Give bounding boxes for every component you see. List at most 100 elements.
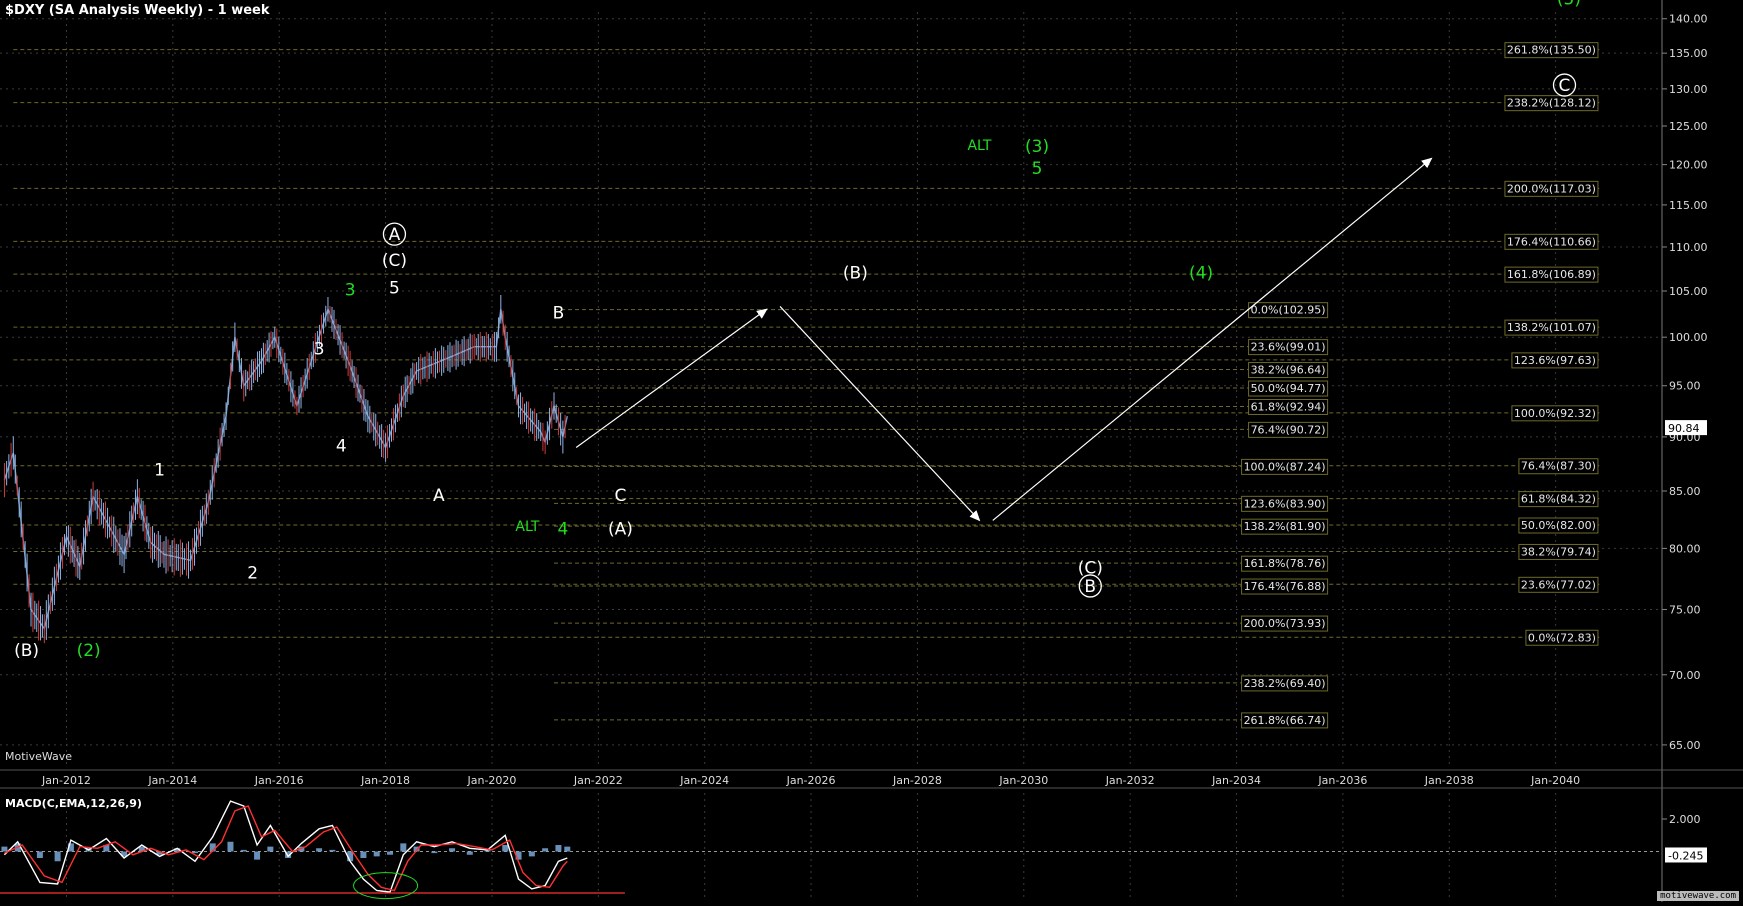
- fib-level-label: 261.8%(135.50): [1507, 44, 1596, 57]
- x-tick-label: Jan-2024: [679, 774, 729, 787]
- y-tick-label: 100.00: [1669, 331, 1708, 344]
- wave-label: A: [389, 225, 401, 245]
- wave-label: 3: [345, 281, 356, 301]
- macd-histogram-bar: [387, 851, 394, 855]
- macd-histogram-bar: [528, 851, 535, 857]
- macd-histogram-bar: [227, 841, 234, 852]
- fib-level-label: 138.2%(101.07): [1507, 321, 1596, 334]
- macd-histogram-bar: [54, 851, 61, 862]
- wave-label: (C): [382, 251, 407, 271]
- macd-histogram-bar: [360, 851, 367, 858]
- wave-label: (3): [1025, 137, 1049, 157]
- wave-label: C: [615, 486, 627, 506]
- x-tick-label: Jan-2026: [786, 774, 836, 787]
- x-tick-label: Jan-2036: [1317, 774, 1367, 787]
- fib-level-label: 61.8%(84.32): [1521, 493, 1596, 506]
- fib-level-label: 138.2%(81.90): [1244, 520, 1326, 533]
- macd-histogram-bar: [329, 849, 336, 852]
- y-tick-label: 140.00: [1669, 13, 1708, 26]
- macd-histogram-bar: [431, 851, 438, 854]
- wave-label: (2): [77, 641, 101, 661]
- y-tick-label: 130.00: [1669, 83, 1708, 96]
- macd-histogram-bar: [316, 848, 323, 852]
- wave-label: 5: [1032, 159, 1043, 179]
- wave-label: 1: [154, 461, 165, 481]
- fib-level-label: 123.6%(97.63): [1514, 354, 1596, 367]
- x-tick-label: Jan-2014: [147, 774, 197, 787]
- macd-histogram-bar: [267, 846, 274, 852]
- y-tick-label: 80.00: [1669, 542, 1701, 555]
- macd-histogram-bar: [502, 845, 509, 852]
- wave-label: 5: [389, 279, 400, 299]
- y-tick-label: 120.00: [1669, 159, 1708, 172]
- macd-histogram-bar: [564, 846, 571, 852]
- fib-level-label: 238.2%(128.12): [1507, 97, 1596, 110]
- wave-label: ALT: [515, 519, 539, 535]
- y-tick-label: 110.00: [1669, 241, 1708, 254]
- wave-label: ALT: [967, 138, 991, 154]
- fib-level-label: 161.8%(78.76): [1244, 557, 1326, 570]
- y-tick-label: 115.00: [1669, 199, 1708, 212]
- x-tick-label: Jan-2020: [466, 774, 516, 787]
- x-tick-label: Jan-2028: [892, 774, 942, 787]
- chart-svg: 261.8%(135.50) 238.2%(128.12) 200.0%(117.0…: [0, 0, 1743, 902]
- fib-level-label: 161.8%(106.89): [1507, 268, 1596, 281]
- fib-level-label: 200.0%(117.03): [1507, 182, 1596, 195]
- macd-histogram-bar: [542, 848, 549, 852]
- fib-level-label: 23.6%(99.01): [1251, 341, 1326, 354]
- x-tick-label: Jan-2022: [573, 774, 623, 787]
- fib-level-label: 23.6%(77.02): [1521, 578, 1596, 591]
- wave-label: (A): [608, 519, 633, 539]
- x-tick-label: Jan-2032: [1105, 774, 1155, 787]
- macd-y-tick-label: 2.000: [1669, 813, 1701, 826]
- fib-level-label: 50.0%(82.00): [1521, 519, 1596, 532]
- chart-title: $DXY (SA Analysis Weekly) - 1 week: [5, 3, 270, 18]
- wave-label: (B): [14, 641, 39, 661]
- wave-label: (5): [1557, 0, 1581, 10]
- y-tick-label: 85.00: [1669, 485, 1701, 498]
- fib-level-label: 50.0%(94.77): [1251, 382, 1326, 395]
- y-tick-label: 65.00: [1669, 739, 1701, 752]
- y-tick-label: 75.00: [1669, 603, 1701, 616]
- x-tick-label: Jan-2018: [360, 774, 410, 787]
- fib-level-label: 200.0%(73.93): [1244, 617, 1326, 630]
- y-tick-label: 70.00: [1669, 669, 1701, 682]
- macd-current-label: -0.245: [1668, 849, 1703, 862]
- x-tick-label: Jan-2034: [1211, 774, 1261, 787]
- macd-title: MACD(C,EMA,12,26,9): [5, 797, 142, 810]
- wave-label: 4: [557, 519, 568, 539]
- wave-label: B: [553, 303, 565, 323]
- fib-level-label: 176.4%(76.88): [1244, 580, 1326, 593]
- macd-histogram-bar: [1, 846, 8, 852]
- macd-histogram-bar: [466, 851, 473, 855]
- macd-histogram-bar: [240, 849, 247, 852]
- macd-histogram-bar: [400, 843, 407, 852]
- x-tick-label: Jan-2030: [998, 774, 1048, 787]
- x-tick-label: Jan-2016: [254, 774, 304, 787]
- macd-histogram-bar: [555, 845, 562, 852]
- current-price-label: 90.84: [1668, 422, 1700, 435]
- wave-label: (B): [843, 263, 868, 283]
- chart-stage: 261.8%(135.50) 238.2%(128.12) 200.0%(117.0…: [0, 0, 1743, 902]
- macd-histogram-bar: [254, 851, 261, 860]
- x-tick-label: Jan-2012: [41, 774, 91, 787]
- fib-level-label: 38.2%(96.64): [1251, 364, 1326, 377]
- wave-label: (4): [1189, 263, 1213, 283]
- fib-level-label: 261.8%(66.74): [1244, 714, 1326, 727]
- fib-level-label: 0.0%(102.95): [1251, 304, 1326, 317]
- vendor-label: MotiveWave: [5, 750, 73, 763]
- fib-level-label: 38.2%(79.74): [1521, 545, 1596, 558]
- watermark: motivewave.com: [1657, 891, 1739, 901]
- wave-label: 3: [314, 339, 325, 359]
- wave-label: 2: [247, 563, 258, 583]
- macd-histogram-bar: [373, 851, 380, 857]
- wave-label: B: [1084, 577, 1096, 597]
- fib-level-label: 76.4%(90.72): [1251, 423, 1326, 436]
- wave-label: A: [433, 486, 445, 506]
- y-tick-label: 95.00: [1669, 380, 1701, 393]
- fib-level-label: 61.8%(92.94): [1251, 400, 1326, 413]
- fib-level-label: 76.4%(87.30): [1521, 460, 1596, 473]
- wave-label: C: [1559, 76, 1571, 96]
- wave-label: 4: [336, 437, 347, 457]
- macd-histogram-bar: [449, 848, 456, 852]
